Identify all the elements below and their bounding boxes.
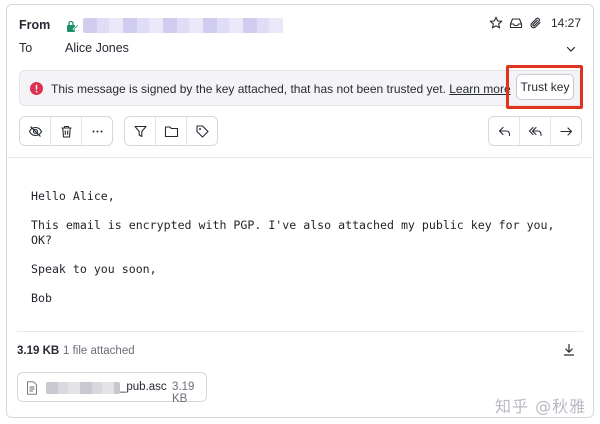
lock-pencil-icon <box>67 20 79 32</box>
more-button[interactable] <box>82 117 112 145</box>
move-to-folder-button[interactable] <box>156 117 186 145</box>
trust-key-highlight: Trust key <box>506 65 583 109</box>
trash-icon <box>61 125 71 138</box>
forward-button[interactable] <box>551 117 581 145</box>
message-body: Hello Alice, This email is encrypted wit… <box>31 189 555 305</box>
message-signature: Bob <box>31 290 52 305</box>
reply-all-icon <box>528 126 542 136</box>
learn-more-link[interactable]: Learn more <box>449 82 510 96</box>
error-icon <box>30 82 43 95</box>
attachment-item[interactable]: _pub.asc 3.19 KB <box>17 372 207 405</box>
attachment-name-redacted <box>46 382 120 394</box>
toolbar-group-organize <box>124 116 218 146</box>
received-time: 14:27 <box>550 16 581 30</box>
signature-warning-banner: This message is signed by the key attach… <box>19 65 583 109</box>
attachments-divider <box>17 331 583 332</box>
mark-unread-button[interactable] <box>20 117 50 145</box>
delete-button[interactable] <box>51 117 81 145</box>
to-label: To <box>19 41 33 55</box>
forward-icon <box>559 126 572 136</box>
chevron-down-icon[interactable] <box>565 43 577 55</box>
header-divider <box>7 157 593 158</box>
message-closing: Speak to you soon, <box>31 261 157 276</box>
header-actions: 14:27 <box>489 16 581 30</box>
more-icon <box>92 130 102 132</box>
document-icon <box>27 381 37 395</box>
banner-text: This message is signed by the key attach… <box>51 82 446 96</box>
from-label: From <box>19 18 51 32</box>
tag-icon <box>195 124 209 138</box>
filter-button[interactable] <box>125 117 155 145</box>
star-icon[interactable] <box>489 16 503 30</box>
filter-icon <box>133 125 147 137</box>
banner-message: This message is signed by the key attach… <box>51 82 511 96</box>
message-view: From 14:27 To Alice Jones This message i… <box>6 4 594 418</box>
reply-icon <box>498 126 510 136</box>
message-paragraph: This email is encrypted with PGP. I've a… <box>31 218 555 247</box>
paperclip-icon[interactable] <box>529 16 543 30</box>
folder-icon <box>164 125 178 137</box>
recipient-name[interactable]: Alice Jones <box>65 41 129 55</box>
inbox-icon[interactable] <box>509 16 523 30</box>
label-button[interactable] <box>187 117 217 145</box>
toolbar-group-reply <box>488 116 582 146</box>
attachment-name: _pub.asc <box>120 381 167 393</box>
sender-address[interactable] <box>83 18 283 33</box>
reply-all-button[interactable] <box>520 117 550 145</box>
message-greeting: Hello Alice, <box>31 189 115 203</box>
toolbar-group-actions <box>19 116 113 146</box>
watermark: 知乎 @秋雅 <box>495 397 587 416</box>
reply-button[interactable] <box>489 117 519 145</box>
attachments-count: 1 file attached <box>63 345 135 357</box>
trust-key-button[interactable]: Trust key <box>516 74 574 100</box>
attachment-size: 3.19 KB <box>172 381 195 405</box>
download-all-icon[interactable] <box>562 343 576 357</box>
attachments-total-size: 3.19 KB <box>17 345 60 357</box>
eye-off-icon <box>28 125 42 137</box>
